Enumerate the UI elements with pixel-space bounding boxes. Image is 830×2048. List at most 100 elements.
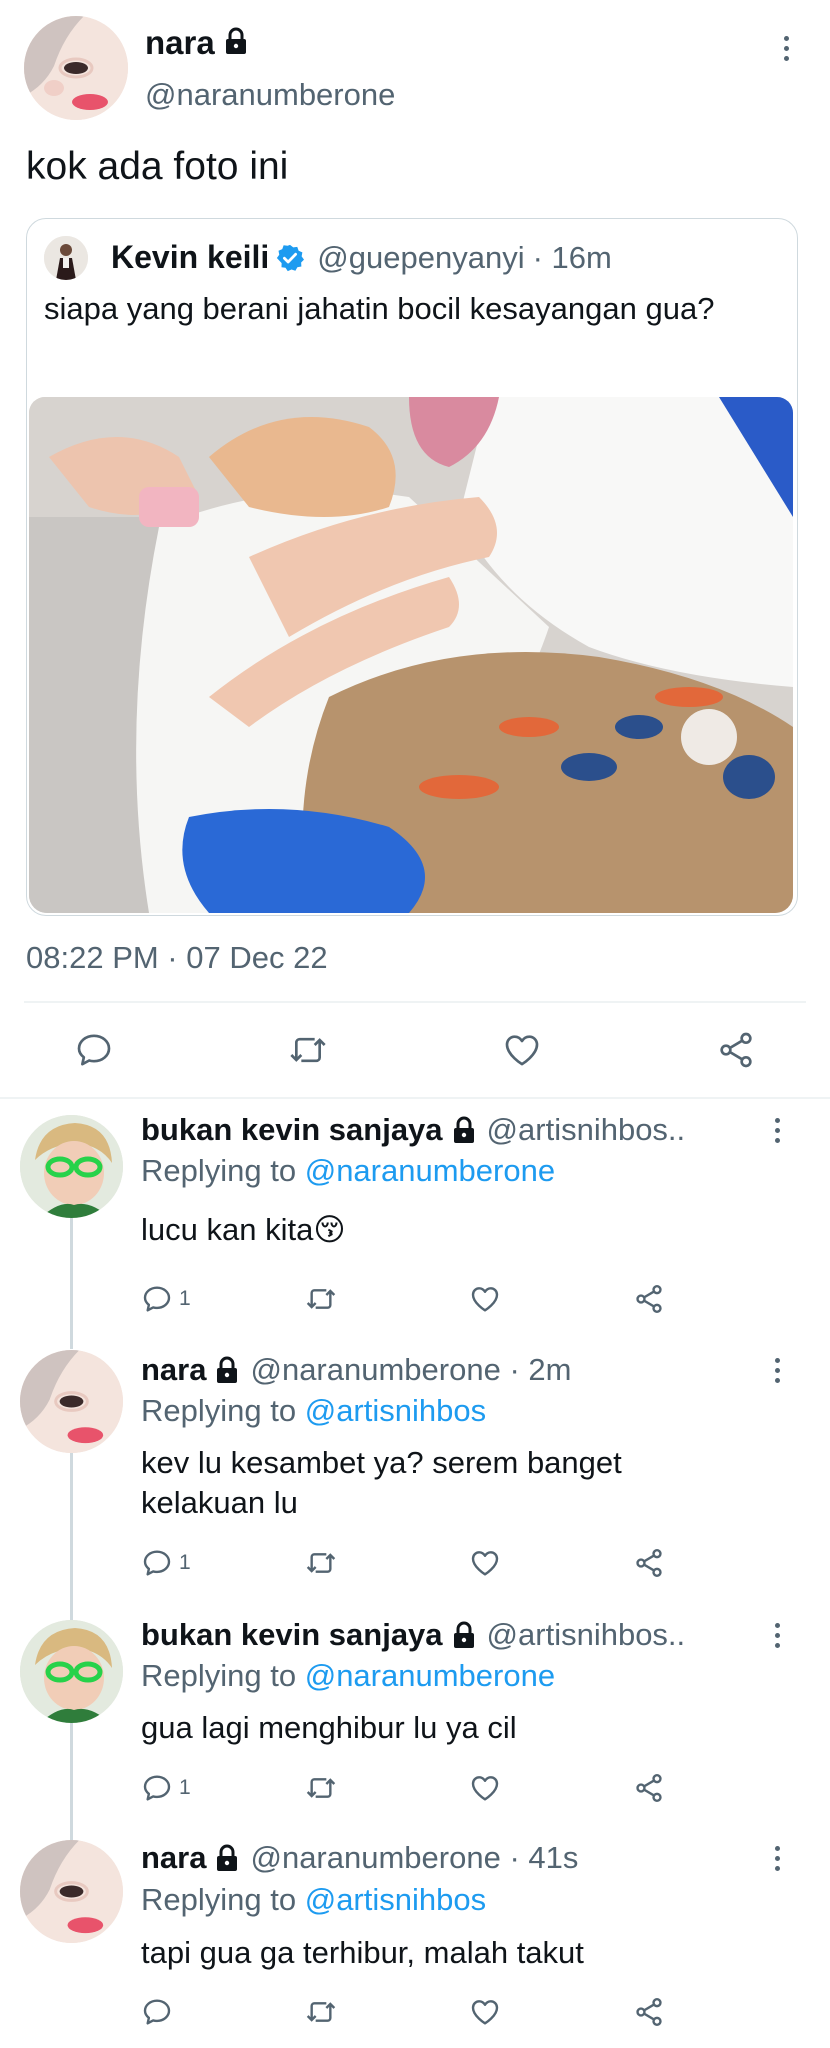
reply-header: nara @naranumberone · 41s [141,1840,578,1876]
reply-author-handle[interactable]: @naranumberone · 2m [250,1352,571,1388]
reply-avatar[interactable] [20,1350,123,1453]
retweet-icon [306,2002,336,2022]
lock-icon [214,1844,240,1872]
replying-handle-link[interactable]: @artisnihbos [305,1882,486,1917]
reply-count: 1 [179,1551,191,1574]
reply-header: nara @naranumberone · 2m [141,1352,571,1388]
reply-text: kev lu kesambet ya? serem banget kelakua… [141,1445,622,1520]
reply-share-button[interactable] [633,1547,665,1579]
reply-author-name[interactable]: bukan kevin sanjaya [141,1112,443,1148]
reply-icon [143,1775,171,1801]
replying-label: Replying to [141,1153,297,1188]
reply-count: 1 [179,1776,191,1799]
reply-share-button[interactable] [633,1772,665,1804]
quoted-tweet-text: siapa yang berani jahatin bocil kesayang… [44,291,715,326]
reply-like-button[interactable] [469,1772,501,1804]
reply-author-name[interactable]: nara [141,1352,206,1388]
reply-text: lucu kan kita😚 [141,1212,346,1247]
reply-icon [143,1286,171,1312]
lock-icon [451,1116,477,1144]
reply-retweet-button[interactable] [303,1283,339,1315]
reply-reply-button[interactable]: 1 [141,1547,191,1579]
reply-like-button[interactable] [469,1283,501,1315]
retweet-icon [306,1289,336,1309]
main-tweet-text: kok ada foto ini [26,145,289,188]
main-share-button[interactable] [716,1030,756,1070]
quoted-author-name[interactable]: Kevin keili [111,239,269,276]
replying-handle-link[interactable]: @naranumberone [305,1658,555,1693]
reply-icon [77,1034,111,1066]
replying-to: Replying to @naranumberone [141,1658,555,1694]
retweet-icon [290,1037,326,1063]
replying-to: Replying to @artisnihbos [141,1882,486,1918]
more-icon[interactable] [773,1358,781,1383]
replying-handle-link[interactable]: @artisnihbos [305,1393,486,1428]
reply-retweet-button[interactable] [303,1547,339,1579]
quoted-header: Kevin keili @guepenyanyi · 16m [111,239,612,276]
reply-header: bukan kevin sanjaya @artisnihbos.. [141,1617,685,1653]
reply-avatar[interactable] [20,1115,123,1218]
replying-handle-link[interactable]: @naranumberone [305,1153,555,1188]
quoted-author-avatar [44,236,88,280]
like-icon [471,1776,499,1801]
reply-header: bukan kevin sanjaya @artisnihbos.. [141,1112,685,1148]
reply-count: 1 [179,1287,191,1310]
reply-author-handle[interactable]: @artisnihbos.. [487,1112,686,1148]
reply-author-name[interactable]: nara [141,1840,206,1876]
retweet-icon [306,1778,336,1798]
like-icon [471,1287,499,1312]
reply-reply-button[interactable] [141,1996,179,2028]
main-reply-button[interactable] [74,1030,114,1070]
more-icon[interactable] [773,1623,781,1648]
reply-icon [143,1550,171,1576]
more-icon[interactable] [782,36,790,61]
reply-avatar[interactable] [20,1840,123,1943]
reply-reply-button[interactable]: 1 [141,1772,191,1804]
replying-label: Replying to [141,1882,297,1917]
main-author-name-row: nara [145,24,249,62]
divider [24,1001,806,1003]
replying-to: Replying to @artisnihbos [141,1393,486,1429]
reply-retweet-button[interactable] [303,1996,339,2028]
divider [0,1097,830,1099]
main-retweet-button[interactable] [286,1030,330,1070]
share-icon [636,1549,662,1577]
reply-icon [143,1999,171,2025]
quoted-tweet-time: · 16m [532,239,612,275]
reply-reply-button[interactable]: 1 [141,1283,191,1315]
share-icon [720,1032,752,1068]
reply-like-button[interactable] [469,1547,501,1579]
main-author-handle[interactable]: @naranumberone [145,77,395,113]
share-icon [636,1998,662,2026]
reply-like-button[interactable] [469,1996,501,2028]
lock-icon [451,1621,477,1649]
thread-line [70,1213,73,1349]
verified-icon [275,243,305,273]
replying-to: Replying to @naranumberone [141,1153,555,1189]
reply-retweet-button[interactable] [303,1772,339,1804]
lock-icon [223,27,249,60]
main-author-avatar[interactable] [24,16,128,120]
main-like-button[interactable] [502,1030,542,1070]
reply-text: gua lagi menghibur lu ya cil [141,1710,517,1745]
reply-author-handle[interactable]: @artisnihbos.. [487,1617,686,1653]
reply-share-button[interactable] [633,1996,665,2028]
lock-icon [214,1356,240,1384]
like-icon [471,2000,499,2025]
like-icon [471,1551,499,1576]
replying-label: Replying to [141,1393,297,1428]
replying-label: Replying to [141,1658,297,1693]
quoted-tweet-photo[interactable] [29,397,793,913]
quoted-tweet-card[interactable]: Kevin keili @guepenyanyi · 16m siapa yan… [26,218,798,916]
like-icon [505,1035,539,1066]
tweet-timestamp: 08:22 PM · 07 Dec 22 [26,940,328,975]
reply-share-button[interactable] [633,1283,665,1315]
main-author-name[interactable]: nara [145,24,215,62]
reply-author-handle[interactable]: @naranumberone · 41s [250,1840,578,1876]
more-icon[interactable] [773,1118,781,1143]
reply-avatar[interactable] [20,1620,123,1723]
quoted-author-handle[interactable]: @guepenyanyi [317,240,524,276]
reply-author-name[interactable]: bukan kevin sanjaya [141,1617,443,1653]
reply-text: tapi gua ga terhibur, malah takut [141,1935,584,1970]
more-icon[interactable] [773,1846,781,1871]
